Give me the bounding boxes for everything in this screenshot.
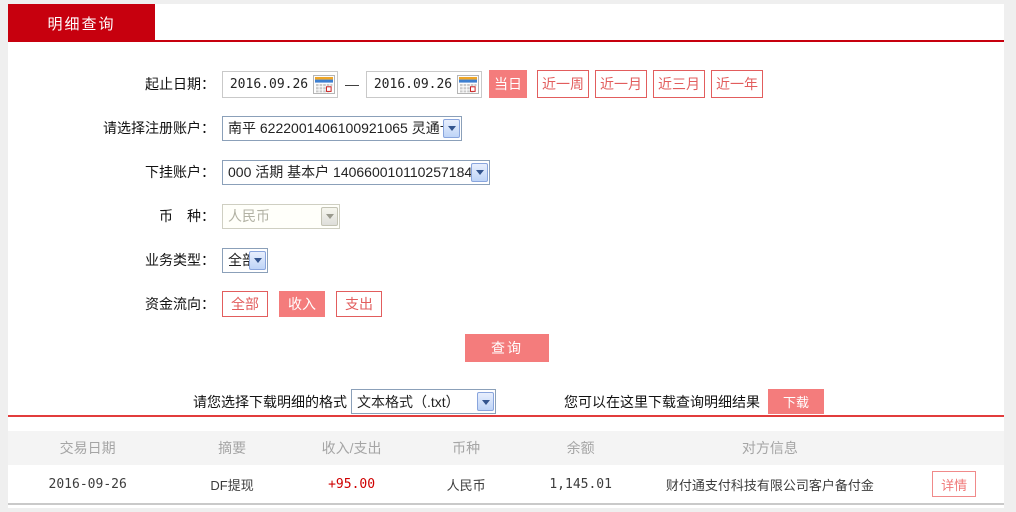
date-range-label: 起止日期： <box>145 76 215 92</box>
chevron-down-icon <box>321 206 338 226</box>
fund-flow-all-button[interactable]: 全部 <box>222 291 268 317</box>
quick-range-today-button[interactable]: 当日 <box>489 70 527 98</box>
tab-bar: 明细查询 <box>8 4 1004 42</box>
query-form: 起止日期： — <box>8 42 1004 505</box>
chevron-down-icon[interactable] <box>471 162 488 182</box>
header-income-expense: 收入/支出 <box>321 440 382 456</box>
fund-flow-label: 资金流向： <box>145 296 215 312</box>
calendar-icon[interactable] <box>457 74 479 94</box>
currency-row: 币 种： 人民币 <box>8 202 1004 230</box>
business-type-value: 全部 <box>228 252 249 268</box>
sub-account-value: 000 活期 基本户 1406600101102571848 <box>228 164 471 180</box>
end-date-input[interactable] <box>369 75 457 93</box>
download-button[interactable]: 下载 <box>768 389 824 414</box>
main-panel: 明细查询 起止日期： — <box>8 4 1004 508</box>
cell-trade-date: 2016-09-26 <box>48 476 127 492</box>
register-account-select[interactable]: 南平 6222001406100921065 灵通卡 <box>222 115 462 141</box>
chevron-down-icon[interactable] <box>477 392 494 411</box>
chevron-down-icon[interactable] <box>249 250 266 270</box>
register-account-label: 请选择注册账户： <box>103 120 215 136</box>
business-type-row: 业务类型： 全部 <box>8 246 1004 274</box>
cell-counterparty: 财付通支付科技有限公司客户备付金 <box>665 477 874 493</box>
currency-value: 人民币 <box>228 208 270 224</box>
cell-summary: DF提现 <box>210 477 254 493</box>
business-type-label: 业务类型： <box>145 252 215 268</box>
download-row: 请您选择下载明细的格式 文本格式（.txt） 您可以在这里下载查询明细结果 下载 <box>8 389 1004 414</box>
currency-label: 币 种： <box>159 208 215 224</box>
calendar-icon[interactable] <box>313 74 335 94</box>
register-account-row: 请选择注册账户： 南平 6222001406100921065 灵通卡 <box>8 114 1004 142</box>
download-hint-text: 您可以在这里下载查询明细结果 <box>564 393 760 410</box>
quick-range-quarter-button[interactable]: 近三月 <box>653 70 705 98</box>
download-format-label: 请您选择下载明细的格式 <box>193 393 347 410</box>
query-button-row: 查询 <box>8 334 1004 362</box>
header-currency: 币种 <box>452 440 481 456</box>
fund-flow-expense-button[interactable]: 支出 <box>336 291 382 317</box>
detail-button[interactable]: 详情 <box>932 471 977 497</box>
quick-range-week-button[interactable]: 近一周 <box>537 70 589 98</box>
date-range-row: 起止日期： — <box>8 70 1004 98</box>
download-format-value: 文本格式（.txt） <box>357 393 460 410</box>
register-account-value: 南平 6222001406100921065 灵通卡 <box>228 120 443 136</box>
table-header-row: 交易日期 摘要 收入/支出 币种 余额 对方信息 <box>8 431 1004 465</box>
fund-flow-row: 资金流向： 全部 收入 支出 <box>8 290 1004 318</box>
currency-select: 人民币 <box>222 203 340 229</box>
sub-account-select[interactable]: 000 活期 基本户 1406600101102571848 <box>222 159 490 185</box>
header-counterparty: 对方信息 <box>741 440 798 456</box>
chevron-down-icon[interactable] <box>443 118 460 138</box>
query-button[interactable]: 查询 <box>465 334 549 362</box>
sub-account-label: 下挂账户： <box>145 164 215 180</box>
cell-currency: 人民币 <box>446 477 486 493</box>
quick-range-month-button[interactable]: 近一月 <box>595 70 647 98</box>
start-date-input[interactable] <box>225 75 313 93</box>
cell-balance: 1,145.01 <box>549 476 612 492</box>
form-table-divider <box>8 415 1004 417</box>
header-balance: 余额 <box>566 440 595 456</box>
table-row: 2016-09-26 DF提现 +95.00 人民币 1,145.01 财付通支… <box>8 465 1004 505</box>
business-type-select[interactable]: 全部 <box>222 247 268 273</box>
end-date-field[interactable] <box>366 70 482 98</box>
sub-account-row: 下挂账户： 000 活期 基本户 1406600101102571848 <box>8 158 1004 186</box>
tab-detail-query[interactable]: 明细查询 <box>8 4 155 42</box>
start-date-field[interactable] <box>222 70 338 98</box>
header-summary: 摘要 <box>218 440 247 456</box>
download-format-select[interactable]: 文本格式（.txt） <box>351 389 496 414</box>
quick-range-year-button[interactable]: 近一年 <box>711 70 763 98</box>
fund-flow-income-button[interactable]: 收入 <box>279 291 325 317</box>
header-trade-date: 交易日期 <box>59 440 116 456</box>
date-range-separator: — <box>345 76 359 92</box>
cell-income-expense: +95.00 <box>328 476 376 492</box>
